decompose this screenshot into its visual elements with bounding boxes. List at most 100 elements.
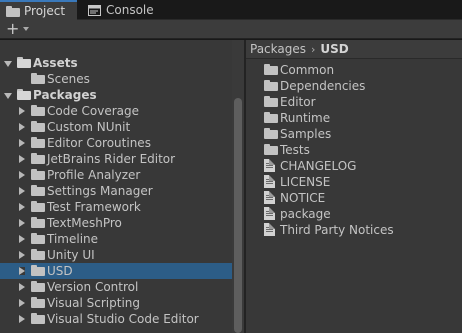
folder-icon (31, 153, 45, 164)
asset-item-dependencies[interactable]: Dependencies (264, 78, 460, 94)
scrollbar-thumb[interactable] (234, 98, 242, 333)
tree-item-label: Settings Manager (47, 184, 153, 198)
tree-item-visual-scripting[interactable]: Visual Scripting (0, 295, 232, 311)
folder-icon (31, 249, 45, 260)
breadcrumb-usd[interactable]: USD (320, 40, 348, 59)
collapse-arrow-icon[interactable] (19, 123, 25, 131)
expand-arrow-icon[interactable] (4, 61, 12, 67)
breadcrumb: Packages › USD (246, 40, 462, 59)
expand-arrow-icon[interactable] (4, 93, 12, 99)
collapse-arrow-icon[interactable] (19, 235, 25, 243)
collapse-arrow-icon[interactable] (19, 267, 25, 275)
tree-item-timeline[interactable]: Timeline (0, 231, 232, 247)
asset-item-label: CHANGELOG (280, 159, 357, 173)
plus-icon[interactable]: + (6, 21, 19, 37)
tree-item-textmeshpro[interactable]: TextMeshPro (0, 215, 232, 231)
folder-icon (264, 96, 278, 107)
collapse-arrow-icon[interactable] (19, 283, 25, 291)
console-icon (88, 4, 101, 16)
collapse-arrow-icon[interactable] (19, 315, 25, 323)
asset-item-label: Editor (280, 95, 316, 109)
folder-icon (31, 217, 45, 228)
tree-item-label: Visual Scripting (47, 296, 140, 310)
document-icon (264, 191, 275, 205)
document-icon (264, 223, 275, 237)
project-toolbar: + (0, 20, 462, 39)
asset-item-label: Runtime (280, 111, 331, 125)
tree-item-profile-analyzer[interactable]: Profile Analyzer (0, 167, 232, 183)
tree-item-label: Unity UI (47, 248, 95, 262)
tab-label: Console (106, 3, 154, 17)
document-icon (264, 175, 275, 189)
tree-item-label: USD (47, 264, 73, 278)
collapse-arrow-icon[interactable] (19, 203, 25, 211)
tree-item-label: Version Control (47, 280, 139, 294)
breadcrumb-separator: › (311, 42, 316, 56)
tree-item-packages[interactable]: Packages (0, 87, 232, 103)
tree-item-usd[interactable]: USD (0, 263, 232, 279)
folder-icon (31, 121, 45, 132)
tab-console[interactable]: Console (82, 0, 162, 20)
asset-item-label: NOTICE (280, 191, 326, 205)
tree-item-label: Scenes (47, 72, 90, 86)
folder-icon (31, 105, 45, 116)
asset-item-label: Samples (280, 127, 332, 141)
folder-icon (31, 313, 45, 324)
folder-icon (31, 233, 45, 244)
tree-item-label: Editor Coroutines (47, 136, 151, 150)
tree-item-jetbrains-rider-editor[interactable]: JetBrains Rider Editor (0, 151, 232, 167)
collapse-arrow-icon[interactable] (19, 171, 25, 179)
asset-item-editor[interactable]: Editor (264, 94, 460, 110)
tree-item-label: Timeline (47, 232, 99, 246)
tree-scrollbar[interactable] (232, 40, 244, 333)
tree-item-editor-coroutines[interactable]: Editor Coroutines (0, 135, 232, 151)
collapse-arrow-icon[interactable] (19, 187, 25, 195)
tree-item-label: JetBrains Rider Editor (47, 152, 176, 166)
folder-icon (264, 112, 278, 123)
folder-icon (264, 80, 278, 91)
collapse-arrow-icon[interactable] (19, 219, 25, 227)
tree-item-unity-ui[interactable]: Unity UI (0, 247, 232, 263)
asset-item-runtime[interactable]: Runtime (264, 110, 460, 126)
tree-item-label: Code Coverage (47, 104, 140, 118)
asset-item-tests[interactable]: Tests (264, 142, 460, 158)
tree-item-code-coverage[interactable]: Code Coverage (0, 103, 232, 119)
chevron-down-icon[interactable] (23, 27, 29, 31)
folder-icon (17, 57, 31, 68)
tree-item-scenes[interactable]: Scenes (0, 71, 232, 87)
asset-item-license[interactable]: LICENSE (264, 174, 460, 190)
asset-item-samples[interactable]: Samples (264, 126, 460, 142)
collapse-arrow-icon[interactable] (19, 107, 25, 115)
tree-item-custom-nunit[interactable]: Custom NUnit (0, 119, 232, 135)
collapse-arrow-icon[interactable] (19, 139, 25, 147)
asset-item-label: Third Party Notices (280, 223, 394, 237)
tab-project[interactable]: Project (0, 0, 77, 20)
tree-item-label: Visual Studio Code Editor (47, 312, 199, 326)
tab-label: Project (24, 4, 66, 18)
tree-item-test-framework[interactable]: Test Framework (0, 199, 232, 215)
tree-item-assets[interactable]: Assets (0, 55, 232, 71)
folder-icon (31, 265, 45, 276)
tree-item-version-control[interactable]: Version Control (0, 279, 232, 295)
asset-item-common[interactable]: Common (264, 62, 460, 78)
collapse-arrow-icon[interactable] (19, 299, 25, 307)
folder-icon (31, 137, 45, 148)
asset-item-changelog[interactable]: CHANGELOG (264, 158, 460, 174)
tree-item-label: Test Framework (47, 200, 141, 214)
tree-item-visual-studio-code-editor[interactable]: Visual Studio Code Editor (0, 311, 232, 327)
tree-item-settings-manager[interactable]: Settings Manager (0, 183, 232, 199)
asset-item-third-party-notices[interactable]: Third Party Notices (264, 222, 460, 238)
tree-item-label: TextMeshPro (47, 216, 122, 230)
breadcrumb-packages[interactable]: Packages (250, 40, 306, 59)
asset-item-package[interactable]: package (264, 206, 460, 222)
tree-item-label: Assets (33, 56, 78, 70)
collapse-arrow-icon[interactable] (19, 251, 25, 259)
collapse-arrow-icon[interactable] (19, 155, 25, 163)
asset-item-label: package (280, 207, 331, 221)
folder-icon (31, 297, 45, 308)
folder-tree: Assets Scenes Packages Code Coverage Custom … (0, 40, 244, 333)
asset-item-notice[interactable]: NOTICE (264, 190, 460, 206)
folder-icon (31, 185, 45, 196)
folder-icon (31, 169, 45, 180)
window-tab-strip: Project Console (0, 0, 462, 20)
